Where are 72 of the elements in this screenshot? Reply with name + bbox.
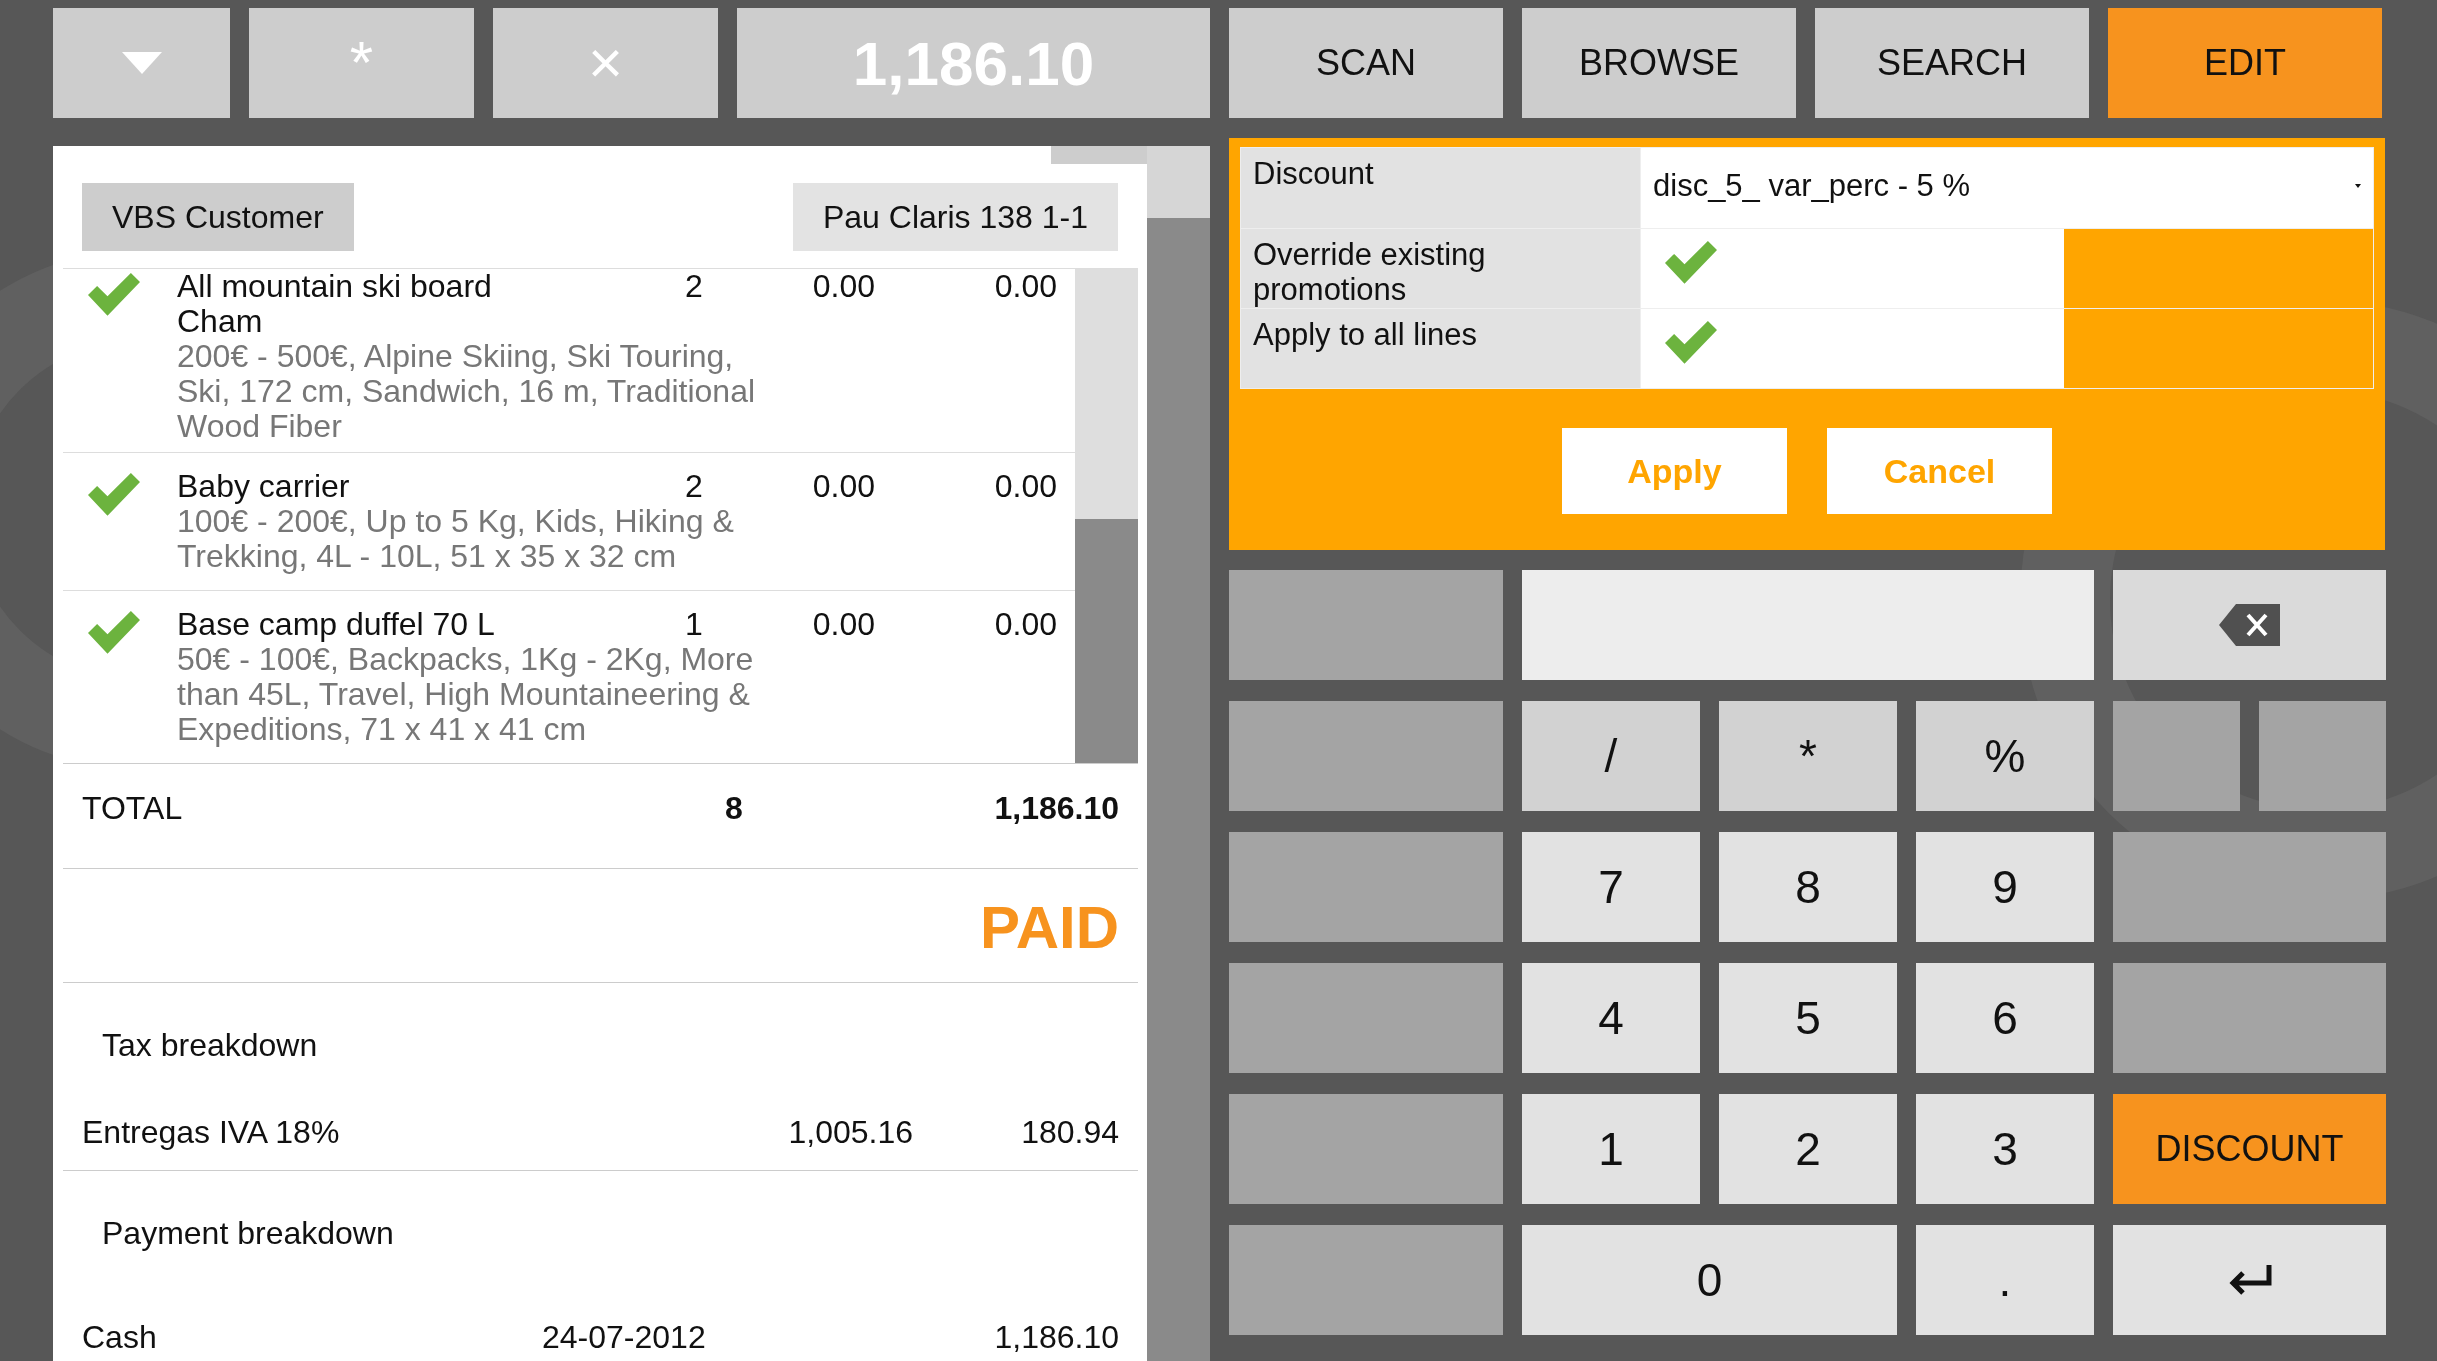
blank-key[interactable] bbox=[1229, 1225, 1503, 1335]
enter-button[interactable] bbox=[2113, 1225, 2386, 1335]
nav-tab[interactable]: EDIT bbox=[2108, 8, 2382, 118]
digit-key[interactable]: 6 bbox=[1916, 963, 2094, 1073]
field-label: Override existing promotions bbox=[1241, 229, 1641, 308]
tax-name: Entregas IVA 18% bbox=[82, 1113, 341, 1152]
item-description: 100€ - 200€, Up to 5 Kg, Kids, Hiking & Trekking, 4L - 10L, 51 x 35 x 32 cm bbox=[177, 504, 735, 574]
total-label: TOTAL bbox=[82, 789, 184, 828]
section-title: Tax breakdown bbox=[101, 1026, 319, 1065]
item-quantity: 1 bbox=[685, 607, 704, 642]
digit-key[interactable]: . bbox=[1916, 1225, 2094, 1335]
item-total: 0.00 bbox=[993, 469, 1057, 504]
nav-tab[interactable]: BROWSE bbox=[1522, 8, 1796, 118]
tax-base: 1,005.16 bbox=[787, 1113, 913, 1152]
digit-key[interactable]: 5 bbox=[1719, 963, 1897, 1073]
blank-key[interactable] bbox=[2113, 963, 2386, 1073]
item-price: 0.00 bbox=[811, 607, 875, 642]
blank-key[interactable] bbox=[2259, 701, 2386, 811]
backspace-icon bbox=[2217, 602, 2282, 648]
checkbox-cell[interactable] bbox=[1641, 229, 2064, 308]
digit-key[interactable]: 7 bbox=[1522, 832, 1700, 942]
location-label: Pau Claris 138 1-1 bbox=[792, 183, 1118, 251]
tax-amount: 180.94 bbox=[1020, 1113, 1119, 1152]
item-name: Base camp duffel 70 L bbox=[177, 607, 496, 642]
item-description: 50€ - 100€, Backpacks, 1Kg - 2Kg, More than 45L, Travel, High Mountaineering & Expeditions, 71 x 41 x 41 cm bbox=[177, 642, 755, 747]
item-price: 0.00 bbox=[811, 469, 875, 504]
digit-key[interactable]: 9 bbox=[1916, 832, 2094, 942]
customer-label: VBS Customer bbox=[82, 183, 354, 251]
input-field[interactable] bbox=[1522, 570, 2094, 680]
discount-button[interactable]: DISCOUNT bbox=[2113, 1094, 2386, 1204]
blank-key[interactable] bbox=[1229, 1094, 1503, 1204]
field-label: Discount bbox=[1241, 148, 1641, 228]
field-label: Apply to all lines bbox=[1241, 309, 1641, 388]
blank-key[interactable] bbox=[1229, 832, 1503, 942]
digit-key[interactable]: 3 bbox=[1916, 1094, 2094, 1204]
digit-key[interactable]: 2 bbox=[1719, 1094, 1897, 1204]
item-quantity: 2 bbox=[685, 269, 704, 306]
dropdown-button[interactable] bbox=[53, 8, 230, 118]
blank-key[interactable] bbox=[1229, 570, 1503, 680]
item-name: All mountain ski board Cham bbox=[177, 269, 493, 339]
page-scrollbar-thumb bbox=[1147, 146, 1210, 218]
payment-method: Cash bbox=[82, 1318, 158, 1357]
item-description: 200€ - 500€, Alpine Skiing, Ski Touring, Ski, 172 cm, Sandwich, 16 m, Traditional Wood Fiber bbox=[177, 339, 757, 444]
item-quantity: 2 bbox=[685, 469, 704, 504]
digit-key[interactable]: 1 bbox=[1522, 1094, 1700, 1204]
paid-status: PAID bbox=[980, 892, 1119, 963]
blank-key[interactable] bbox=[1229, 963, 1503, 1073]
operator-key[interactable]: * bbox=[1719, 701, 1897, 811]
total-value: 1,186.10 bbox=[993, 789, 1119, 828]
payment-amount: 1,186.10 bbox=[993, 1318, 1119, 1357]
nav-tab[interactable]: SCAN bbox=[1229, 8, 1503, 118]
operator-key[interactable]: % bbox=[1916, 701, 2094, 811]
section-title: Payment breakdown bbox=[101, 1214, 395, 1253]
item-price: 0.00 bbox=[811, 269, 875, 306]
item-name: Baby carrier bbox=[177, 469, 351, 504]
item-total: 0.00 bbox=[993, 607, 1057, 642]
nav-tab[interactable]: SEARCH bbox=[1815, 8, 2089, 118]
payment-date: 24-07-2012 bbox=[542, 1318, 707, 1357]
digit-key[interactable]: 8 bbox=[1719, 832, 1897, 942]
item-total: 0.00 bbox=[993, 269, 1057, 306]
checkbox-cell[interactable] bbox=[1641, 309, 2064, 388]
blank-key[interactable] bbox=[2113, 832, 2386, 942]
caret-icon bbox=[2355, 184, 2361, 188]
digit-key[interactable]: 4 bbox=[1522, 963, 1700, 1073]
blank-key[interactable] bbox=[1229, 701, 1503, 811]
caret-icon bbox=[121, 52, 162, 74]
operator-key[interactable]: / bbox=[1522, 701, 1700, 811]
digit-key[interactable]: 0 bbox=[1522, 1225, 1897, 1335]
blank-key[interactable] bbox=[2113, 701, 2240, 811]
backspace-button[interactable] bbox=[2113, 570, 2386, 680]
discount-select[interactable]: disc_5_ var_perc - 5 % bbox=[1641, 148, 2373, 228]
total-quantity: 8 bbox=[725, 789, 744, 828]
